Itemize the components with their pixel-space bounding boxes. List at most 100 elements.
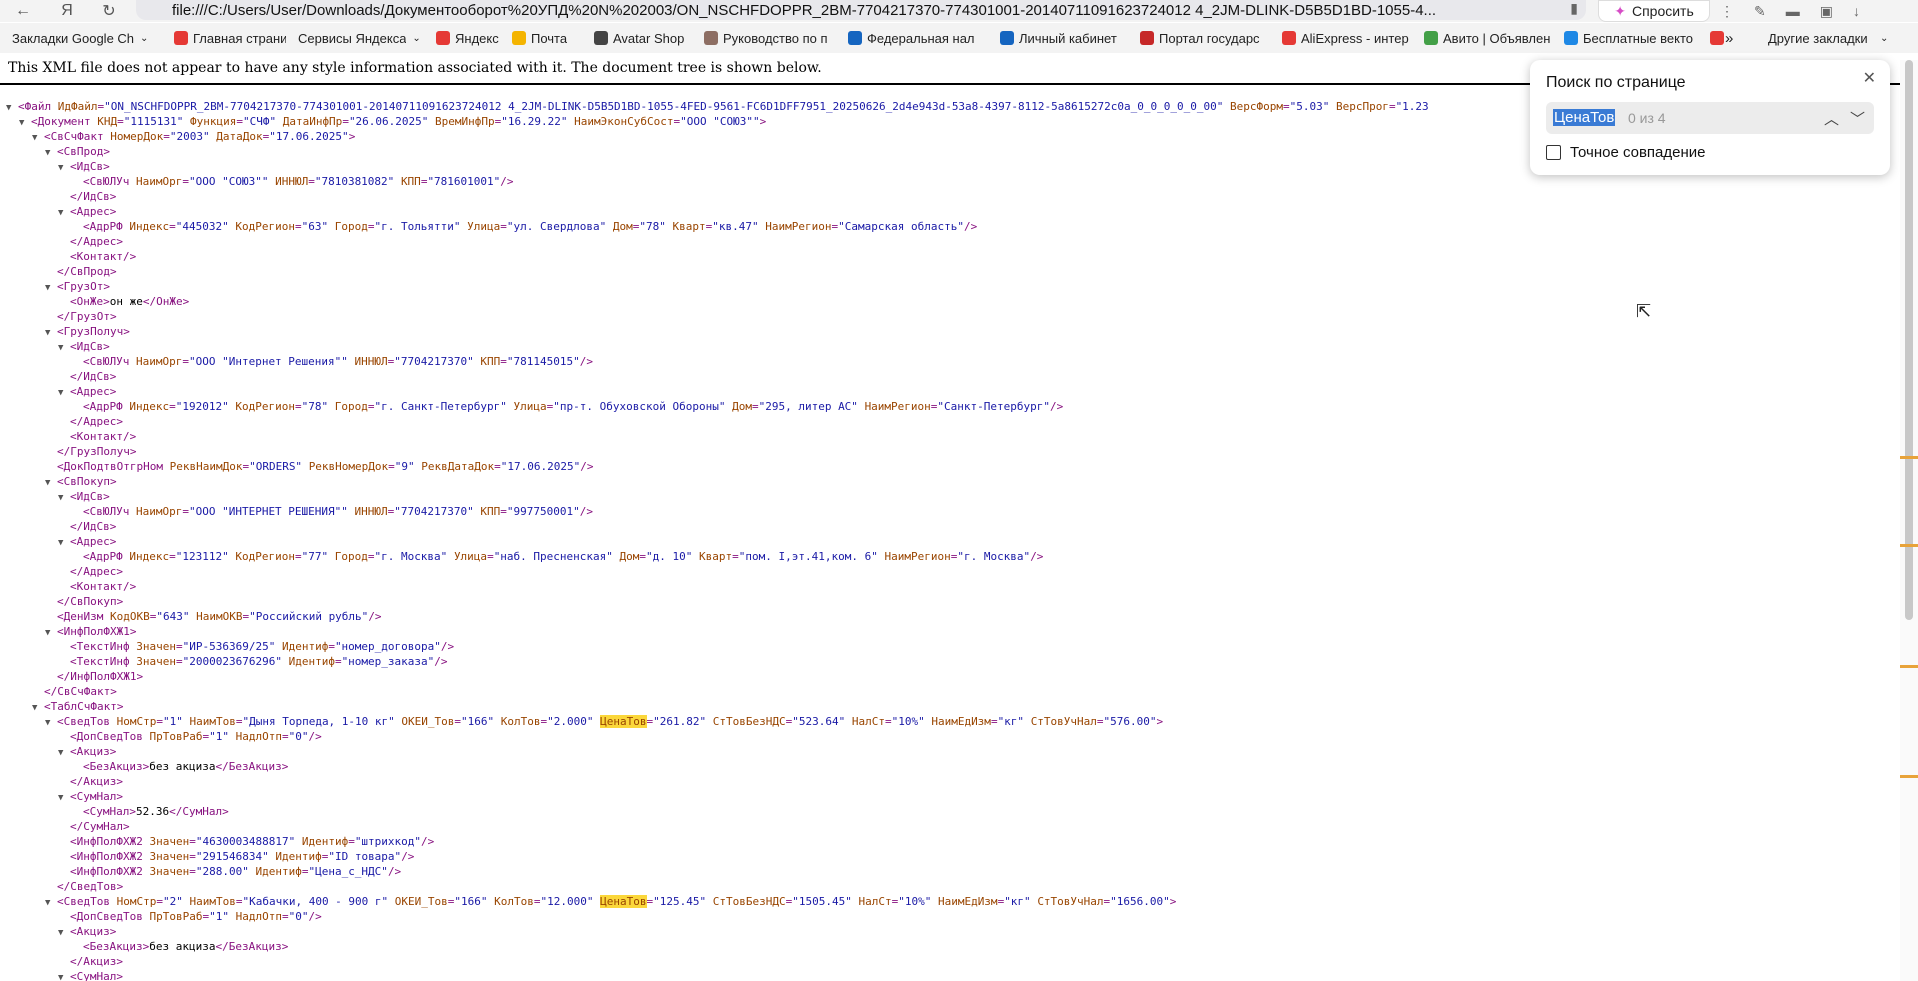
bookmark-item[interactable]: Яндекс <box>436 23 500 53</box>
bookmarks-more-icon[interactable]: » <box>1725 30 1733 47</box>
url-text[interactable]: file:///C:/Users/User/Downloads/Документ… <box>136 2 1562 19</box>
collapse-triangle-icon[interactable]: ▼ <box>58 341 70 356</box>
extension-icon[interactable]: ✎ <box>1754 3 1766 20</box>
back-icon[interactable]: ← <box>12 0 34 22</box>
scrollbar[interactable] <box>1900 60 1918 981</box>
collapse-triangle-icon[interactable]: ▼ <box>45 281 57 296</box>
xml-token: Дом <box>732 400 752 413</box>
xml-token: <СвЮЛУч <box>83 355 136 368</box>
xml-line: <СвЮЛУч НаимОрг="ООО "СОЮЗ"" ИННЮЛ="7810… <box>71 174 514 189</box>
bookmark-item[interactable]: Руководство по п <box>704 23 836 53</box>
collapse-triangle-icon[interactable]: ▼ <box>58 206 70 221</box>
xml-token: КодОКВ <box>109 610 150 623</box>
collapse-triangle-icon[interactable]: ▼ <box>32 701 44 716</box>
bookmark-item[interactable]: Бесплатные векто <box>1564 23 1698 53</box>
bookmark-item[interactable]: Федеральная нал <box>848 23 988 53</box>
xml-token: "2" <box>162 895 183 908</box>
bookmark-item[interactable]: AliExpress - интер <box>1282 23 1412 53</box>
xml-token: Индекс <box>129 400 170 413</box>
xml-token: "штрихкод" <box>354 835 422 848</box>
xml-token: "номер_заказа" <box>341 655 435 668</box>
bookmark-item[interactable]: Закладки Google Ch ⌄ <box>12 23 162 53</box>
chevron-down-icon[interactable]: ﹀ <box>1850 108 1865 129</box>
yandex-icon[interactable]: Я <box>56 0 78 22</box>
xml-token: Город <box>334 400 368 413</box>
xml-token: = <box>156 715 163 728</box>
collapse-triangle-icon[interactable]: ▼ <box>58 971 70 981</box>
xml-token: СтТовУчНал <box>1037 895 1104 908</box>
xml-line: ▼ <СвПокуп> <box>45 474 117 489</box>
collapse-triangle-icon[interactable]: ▼ <box>58 746 70 761</box>
bookmark-item[interactable]: Авито | Объявлен <box>1424 23 1552 53</box>
xml-token: "1" <box>209 730 229 743</box>
xml-token <box>1024 715 1031 728</box>
profile-icon[interactable]: ▬ <box>1786 3 1800 19</box>
chevron-up-icon[interactable]: ︿ <box>1824 108 1839 129</box>
xml-token: "1" <box>162 715 183 728</box>
collapse-triangle-icon[interactable]: ▼ <box>45 716 57 731</box>
collapse-triangle-icon[interactable]: ▼ <box>58 791 70 806</box>
collapse-triangle-icon[interactable]: ▼ <box>58 536 70 551</box>
xml-line: </ИдСв> <box>58 519 116 534</box>
collapse-triangle-icon[interactable]: ▼ <box>45 476 57 491</box>
address-bar[interactable]: file:///C:/Users/User/Downloads/Документ… <box>136 0 1586 20</box>
bookmark-item[interactable]: Личный кабинет <box>1000 23 1128 53</box>
search-hit-marker <box>1900 665 1918 668</box>
close-icon[interactable]: ✕ <box>1863 68 1876 88</box>
xml-token <box>507 400 514 413</box>
xml-token: "пом. I,эт.41,ком. 6" <box>738 550 878 563</box>
bookmark-item[interactable]: Сервисы Яндекса ⌄ <box>298 23 424 53</box>
xml-token: "кв.47" <box>712 220 759 233</box>
xml-token: КодРегион <box>235 220 295 233</box>
ask-button[interactable]: ✦ Спросить <box>1598 0 1710 22</box>
tabs-icon[interactable]: ▣ <box>1820 3 1833 20</box>
xml-token: <ИнфПолФХЖ2 <box>70 850 150 863</box>
xml-token: <ИнфПолФХЖ2 <box>70 865 150 878</box>
collapse-triangle-icon[interactable]: ▼ <box>45 626 57 641</box>
xml-token: СтТовУчНал <box>1030 715 1097 728</box>
xml-token: </ГрузПолуч> <box>57 445 137 458</box>
xml-line: </Акциз> <box>58 774 123 789</box>
xml-token: <АдрРФ <box>83 400 130 413</box>
xml-line: <СвЮЛУч НаимОрг="ООО "Интернет Решения""… <box>71 354 593 369</box>
xml-token: КолТов <box>494 895 534 908</box>
scrollbar-thumb[interactable] <box>1905 60 1913 620</box>
xml-token: 52.36 <box>135 805 170 818</box>
xml-token: = <box>500 220 507 233</box>
exact-match-checkbox[interactable] <box>1546 145 1561 160</box>
xml-token: "63" <box>301 220 329 233</box>
xml-token: "166" <box>461 715 495 728</box>
collapse-triangle-icon[interactable]: ▼ <box>19 116 31 131</box>
find-query[interactable]: ЦенаТов <box>1553 109 1616 126</box>
xml-line: </ГрузОт> <box>45 309 117 324</box>
collapse-triangle-icon[interactable]: ▼ <box>6 101 18 116</box>
xml-token <box>229 730 236 743</box>
emblem-icon <box>1000 31 1014 45</box>
collapse-triangle-icon[interactable]: ▼ <box>45 896 57 911</box>
bookmark-item[interactable]: Avatar Shop <box>594 23 692 53</box>
bookmark-icon[interactable]: ▮ <box>1570 0 1578 17</box>
collapse-triangle-icon[interactable]: ▼ <box>45 326 57 341</box>
reload-icon[interactable]: ↻ <box>98 0 120 22</box>
xml-line: </ГрузПолуч> <box>45 444 136 459</box>
xml-line: <ДокПодтвОтгрНом РеквНаимДок = "ORDERS" Ре… <box>45 459 594 474</box>
collapse-triangle-icon[interactable]: ▼ <box>58 386 70 401</box>
collapse-triangle-icon[interactable]: ▼ <box>45 146 57 161</box>
bookmark-item[interactable]: Портал государс <box>1140 23 1270 53</box>
menu-icon[interactable]: ⋮ <box>1720 3 1734 20</box>
collapse-triangle-icon[interactable]: ▼ <box>58 491 70 506</box>
bookmark-item[interactable]: Главная страница <box>174 23 286 53</box>
xml-token: Значен <box>149 850 190 863</box>
collapse-triangle-icon[interactable]: ▼ <box>32 131 44 146</box>
collapse-triangle-icon[interactable]: ▼ <box>58 926 70 941</box>
collapse-triangle-icon[interactable]: ▼ <box>58 161 70 176</box>
xml-token: Идентиф <box>288 655 335 668</box>
bookmark-item[interactable]: Почта <box>512 23 582 53</box>
find-input[interactable]: ЦенаТов 0 из 4 ︿ ﹀ <box>1546 102 1874 134</box>
xml-token: <ИдСв> <box>70 160 110 173</box>
xml-token <box>706 715 713 728</box>
other-bookmarks[interactable]: Другие закладки <box>1768 31 1868 46</box>
xml-token: НаимОрг <box>135 175 183 188</box>
download-icon[interactable]: ↓ <box>1853 3 1860 19</box>
find-panel: Поиск по странице ✕ ЦенаТов 0 из 4 ︿ ﹀ Т… <box>1530 60 1890 175</box>
